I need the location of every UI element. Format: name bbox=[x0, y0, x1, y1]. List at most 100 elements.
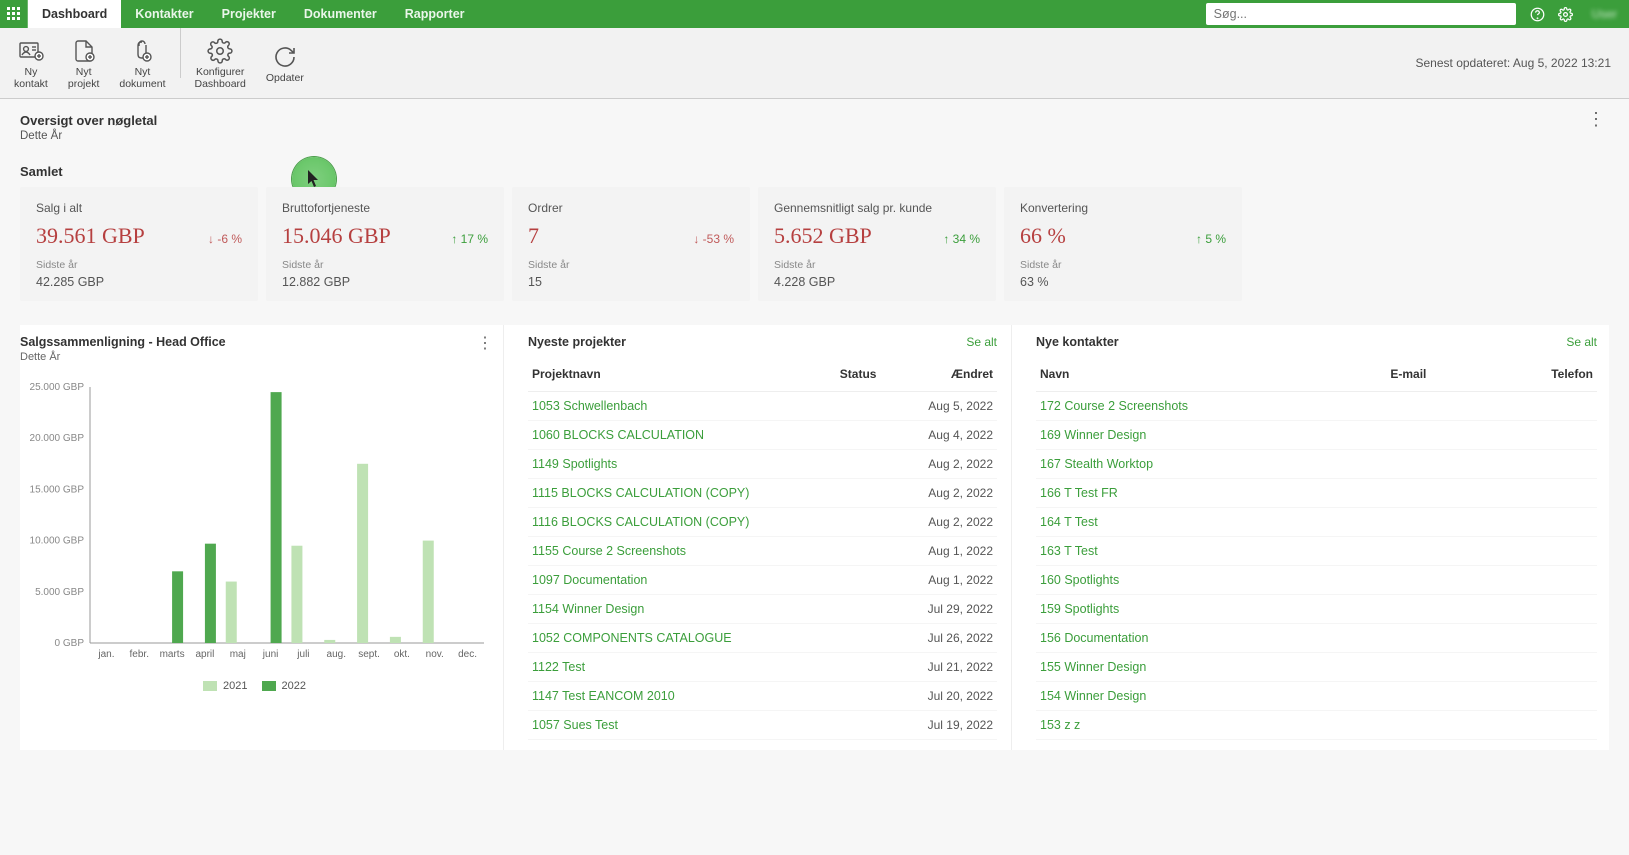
project-link[interactable]: 1147 Test EANCOM 2010 bbox=[532, 689, 675, 703]
project-date: Jul 19, 2022 bbox=[897, 711, 997, 740]
project-link[interactable]: 1155 Course 2 Screenshots bbox=[532, 544, 686, 558]
contact-link[interactable]: 154 Winner Design bbox=[1040, 689, 1146, 703]
new-contact-button[interactable]: Nykontakt bbox=[4, 28, 58, 98]
new-project-button[interactable]: Nytprojekt bbox=[58, 28, 110, 98]
table-row[interactable]: 1154 Winner DesignJul 29, 2022 bbox=[528, 595, 997, 624]
table-row[interactable]: 1052 COMPONENTS CATALOGUEJul 26, 2022 bbox=[528, 624, 997, 653]
table-row[interactable]: 154 Winner Design bbox=[1036, 682, 1597, 711]
table-row[interactable]: 163 T Test bbox=[1036, 537, 1597, 566]
contact-link[interactable]: 163 T Test bbox=[1040, 544, 1098, 558]
contact-email bbox=[1386, 566, 1485, 595]
contact-link[interactable]: 153 z z bbox=[1040, 718, 1080, 732]
chart-menu-icon[interactable]: ⋮ bbox=[477, 333, 493, 353]
overview-menu-icon[interactable]: ⋮ bbox=[1587, 109, 1605, 130]
table-row[interactable]: 167 Stealth Worktop bbox=[1036, 450, 1597, 479]
svg-text:maj: maj bbox=[230, 649, 246, 660]
project-link[interactable]: 1060 BLOCKS CALCULATION bbox=[532, 428, 704, 442]
contact-link[interactable]: 156 Documentation bbox=[1040, 631, 1148, 645]
search-input[interactable] bbox=[1206, 3, 1516, 25]
contact-link[interactable]: 159 Spotlights bbox=[1040, 602, 1119, 616]
projects-see-all-link[interactable]: Se alt bbox=[966, 335, 997, 349]
col-phone: Telefon bbox=[1485, 359, 1597, 392]
table-row[interactable]: 1097 DocumentationAug 1, 2022 bbox=[528, 566, 997, 595]
kpi-row: Salg i alt39.561 GBP↓ -6 %Sidste år42.28… bbox=[20, 187, 1609, 301]
help-icon[interactable] bbox=[1524, 0, 1552, 28]
kpi-card[interactable]: Ordrer7↓ -53 %Sidste år15 bbox=[512, 187, 750, 301]
overview-title: Oversigt over nøgletal bbox=[20, 113, 1609, 128]
project-link[interactable]: 1115 BLOCKS CALCULATION (COPY) bbox=[532, 486, 749, 500]
contact-phone bbox=[1485, 566, 1597, 595]
toolbar-item-label: KonfigurerDashboard bbox=[195, 67, 246, 90]
legend-swatch-icon bbox=[262, 681, 276, 691]
contact-email bbox=[1386, 537, 1485, 566]
svg-text:5.000 GBP: 5.000 GBP bbox=[35, 587, 84, 598]
table-row[interactable]: 153 z z bbox=[1036, 711, 1597, 740]
table-row[interactable]: 156 Documentation bbox=[1036, 624, 1597, 653]
project-link[interactable]: 1057 Sues Test bbox=[532, 718, 618, 732]
project-link[interactable]: 1149 Spotlights bbox=[532, 457, 617, 471]
table-row[interactable]: 155 Winner Design bbox=[1036, 653, 1597, 682]
configure-button[interactable]: KonfigurerDashboard bbox=[185, 28, 256, 98]
app-menu-icon[interactable] bbox=[0, 0, 28, 28]
table-row[interactable]: 159 Spotlights bbox=[1036, 595, 1597, 624]
project-link[interactable]: 1053 Schwellenbach bbox=[532, 399, 647, 413]
table-row[interactable]: 164 T Test bbox=[1036, 508, 1597, 537]
kpi-card[interactable]: Konvertering66 %↑ 5 %Sidste år63 % bbox=[1004, 187, 1242, 301]
table-row[interactable]: 169 Winner Design bbox=[1036, 421, 1597, 450]
project-link[interactable]: 1116 BLOCKS CALCULATION (COPY) bbox=[532, 515, 749, 529]
svg-text:aug.: aug. bbox=[327, 649, 346, 660]
gear-icon[interactable] bbox=[1552, 0, 1580, 28]
table-row[interactable]: 1060 BLOCKS CALCULATIONAug 4, 2022 bbox=[528, 421, 997, 450]
tab-rapporter[interactable]: Rapporter bbox=[391, 0, 479, 28]
contact-link[interactable]: 155 Winner Design bbox=[1040, 660, 1146, 674]
project-link[interactable]: 1052 COMPONENTS CATALOGUE bbox=[532, 631, 732, 645]
project-link[interactable]: 1097 Documentation bbox=[532, 573, 647, 587]
tab-projekter[interactable]: Projekter bbox=[208, 0, 290, 28]
contact-link[interactable]: 172 Course 2 Screenshots bbox=[1040, 399, 1188, 413]
table-row[interactable]: 172 Course 2 Screenshots bbox=[1036, 392, 1597, 421]
kpi-value: 5.652 GBP bbox=[774, 223, 872, 249]
kpi-prev-label: Sidste år bbox=[282, 259, 488, 271]
table-row[interactable]: 1053 SchwellenbachAug 5, 2022 bbox=[528, 392, 997, 421]
contact-email bbox=[1386, 508, 1485, 537]
table-row[interactable]: 1155 Course 2 ScreenshotsAug 1, 2022 bbox=[528, 537, 997, 566]
contact-link[interactable]: 160 Spotlights bbox=[1040, 573, 1119, 587]
kpi-change: ↑ 5 % bbox=[1196, 232, 1226, 246]
kpi-card[interactable]: Gennemsnitligt salg pr. kunde5.652 GBP↑ … bbox=[758, 187, 996, 301]
contacts-see-all-link[interactable]: Se alt bbox=[1566, 335, 1597, 349]
table-row[interactable]: 1057 Sues Test Jul 19, 2022 bbox=[528, 711, 997, 740]
project-link[interactable]: 1122 Test bbox=[532, 660, 585, 674]
contact-email bbox=[1386, 595, 1485, 624]
svg-text:juli: juli bbox=[296, 649, 309, 660]
project-link[interactable]: 1154 Winner Design bbox=[532, 602, 644, 616]
kpi-prev-label: Sidste år bbox=[1020, 259, 1226, 271]
contact-link[interactable]: 164 T Test bbox=[1040, 515, 1098, 529]
project-status bbox=[836, 682, 897, 711]
contact-phone bbox=[1485, 479, 1597, 508]
contact-link[interactable]: 166 T Test FR bbox=[1040, 486, 1118, 500]
kpi-card[interactable]: Salg i alt39.561 GBP↓ -6 %Sidste år42.28… bbox=[20, 187, 258, 301]
tab-kontakter[interactable]: Kontakter bbox=[121, 0, 207, 28]
table-row[interactable]: 166 T Test FR bbox=[1036, 479, 1597, 508]
table-row[interactable]: 1122 TestJul 21, 2022 bbox=[528, 653, 997, 682]
table-row[interactable]: 1147 Test EANCOM 2010Jul 20, 2022 bbox=[528, 682, 997, 711]
kpi-label: Bruttofortjeneste bbox=[282, 201, 488, 215]
kpi-card[interactable]: Bruttofortjeneste15.046 GBP↑ 17 %Sidste … bbox=[266, 187, 504, 301]
kpi-prev-value: 12.882 GBP bbox=[282, 275, 488, 289]
project-status bbox=[836, 479, 897, 508]
tab-dokumenter[interactable]: Dokumenter bbox=[290, 0, 391, 28]
table-row[interactable]: 1149 SpotlightsAug 2, 2022 bbox=[528, 450, 997, 479]
contact-link[interactable]: 167 Stealth Worktop bbox=[1040, 457, 1153, 471]
table-row[interactable]: 1116 BLOCKS CALCULATION (COPY)Aug 2, 202… bbox=[528, 508, 997, 537]
table-row[interactable]: 1115 BLOCKS CALCULATION (COPY)Aug 2, 202… bbox=[528, 479, 997, 508]
user-label[interactable]: User bbox=[1580, 0, 1629, 28]
overview-subtitle: Dette År bbox=[20, 130, 1609, 142]
tab-dashboard[interactable]: Dashboard bbox=[28, 0, 121, 28]
new-document-button[interactable]: Nytdokument bbox=[109, 28, 175, 98]
table-row[interactable]: 160 Spotlights bbox=[1036, 566, 1597, 595]
contact-link[interactable]: 169 Winner Design bbox=[1040, 428, 1146, 442]
refresh-button[interactable]: Opdater bbox=[256, 28, 314, 98]
contact-phone bbox=[1485, 595, 1597, 624]
kpi-value: 39.561 GBP bbox=[36, 223, 145, 249]
toolbar-item-label: Nytprojekt bbox=[68, 67, 100, 90]
